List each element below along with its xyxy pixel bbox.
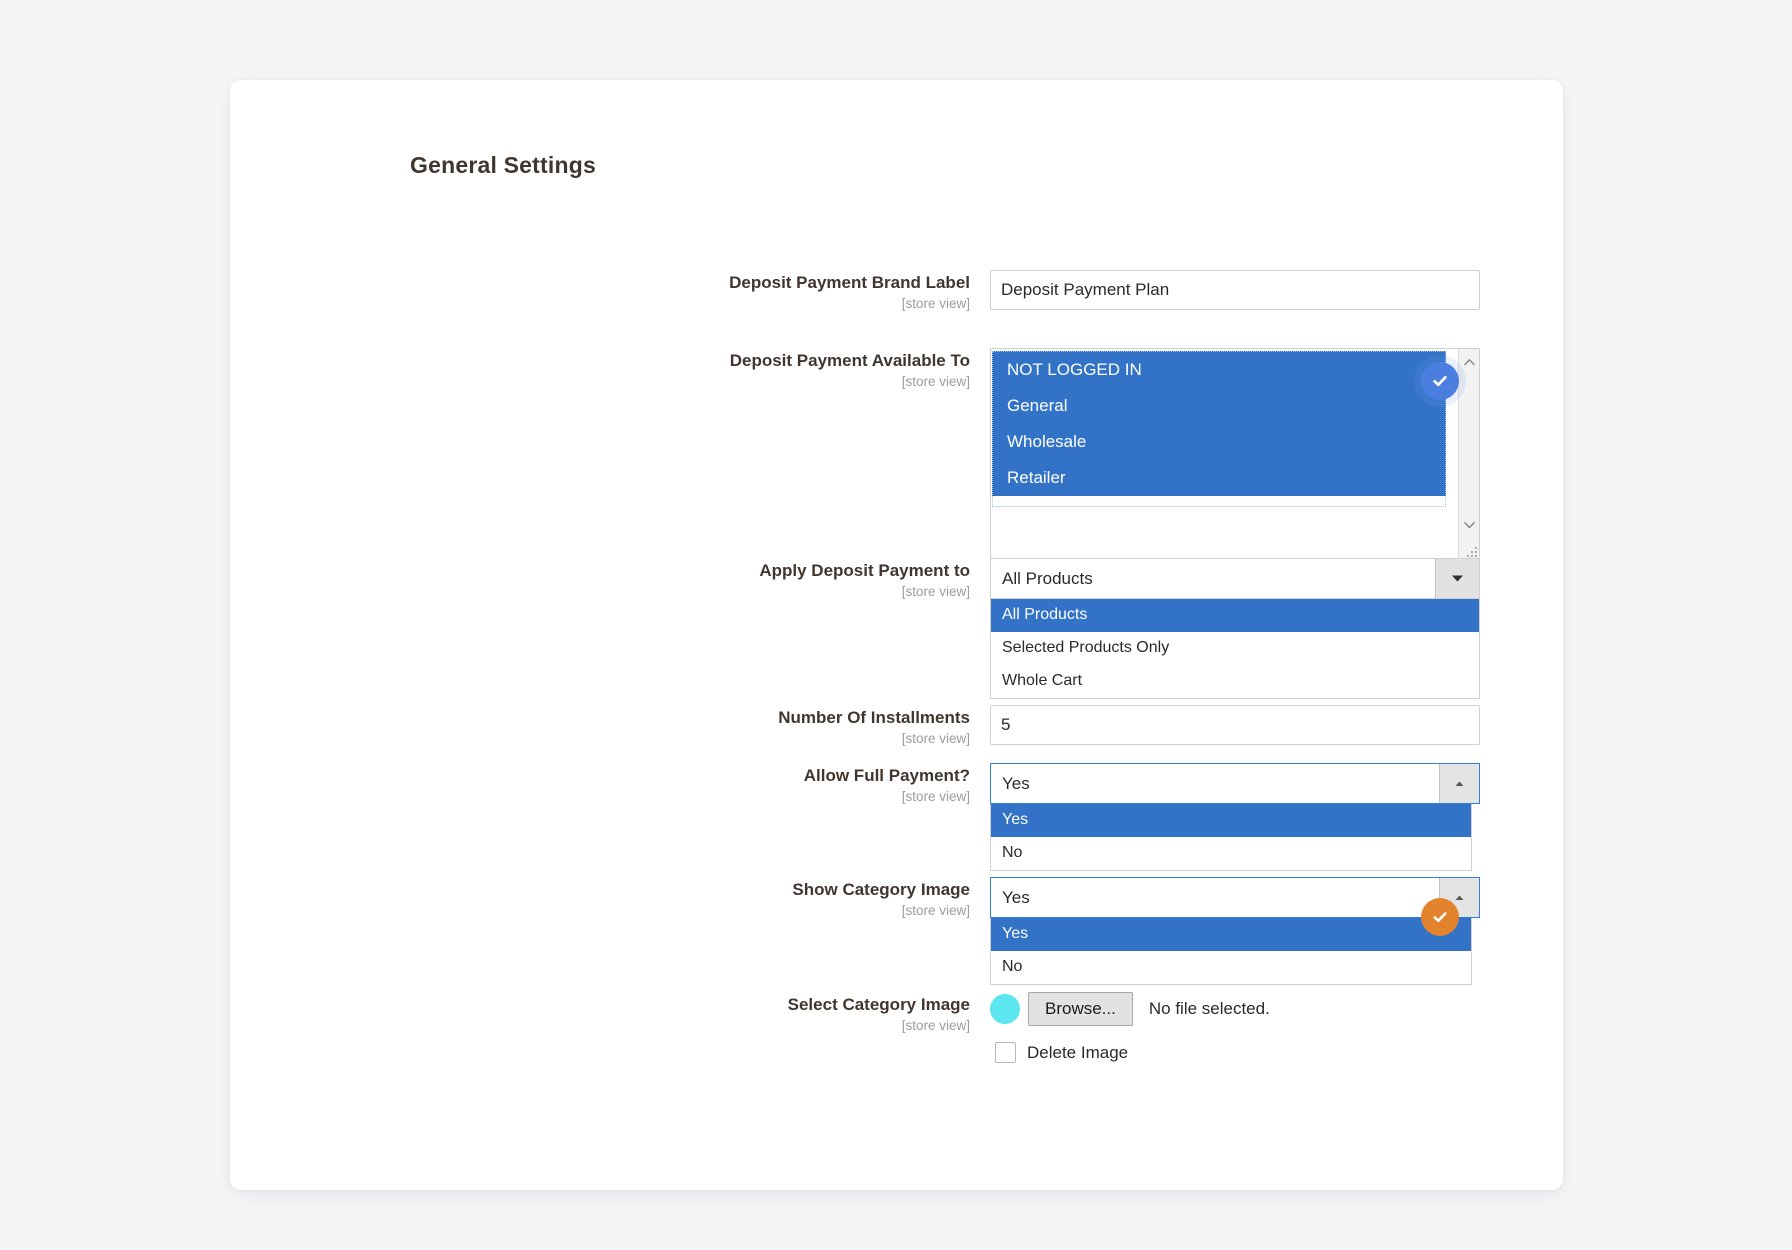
- allow-full-payment-select[interactable]: Yes: [990, 763, 1480, 804]
- scope-text: [store view]: [901, 1018, 970, 1033]
- label-text: Select Category Image: [787, 995, 970, 1014]
- check-circle-icon: [1433, 376, 1447, 387]
- show-category-image-option-list[interactable]: Yes No: [990, 918, 1472, 985]
- apply-to-selected-value: All Products: [1002, 568, 1093, 588]
- show-category-image-select-wrap: Yes Yes No: [990, 877, 1480, 985]
- show-category-image-option[interactable]: Yes: [991, 918, 1471, 951]
- show-category-image-selected-value: Yes: [1002, 887, 1030, 907]
- multiselect-scrollbar[interactable]: [1458, 349, 1479, 559]
- apply-to-option[interactable]: Whole Cart: [991, 665, 1479, 698]
- label-text: Allow Full Payment?: [803, 766, 970, 785]
- status-badge-show-category-image: [1421, 898, 1459, 936]
- scope-text: [store view]: [901, 584, 970, 599]
- installments-input[interactable]: [990, 705, 1480, 745]
- field-label-show-category-image: Show Category Image [store view]: [290, 880, 970, 920]
- delete-image-label: Delete Image: [1027, 1042, 1129, 1062]
- allow-full-payment-option[interactable]: Yes: [991, 804, 1471, 837]
- label-text: Number Of Installments: [778, 708, 970, 727]
- chevron-up-icon[interactable]: [1459, 351, 1480, 373]
- scope-text: [store view]: [901, 374, 970, 389]
- resize-grip-icon[interactable]: [1465, 545, 1477, 557]
- field-label-allow-full-payment: Allow Full Payment? [store view]: [290, 766, 970, 806]
- multiselect-option[interactable]: Wholesale: [992, 424, 1446, 460]
- apply-to-option[interactable]: All Products: [991, 599, 1479, 632]
- apply-to-option[interactable]: Selected Products Only: [991, 632, 1479, 665]
- apply-to-option-list[interactable]: All Products Selected Products Only Whol…: [990, 599, 1480, 699]
- check-circle-icon: [1433, 912, 1447, 922]
- scope-text: [store view]: [901, 903, 970, 918]
- file-upload-row: Browse... No file selected.: [990, 992, 1270, 1026]
- browse-button[interactable]: Browse...: [1028, 992, 1133, 1026]
- show-category-image-select[interactable]: Yes: [990, 877, 1480, 918]
- multiselect-option[interactable]: Retailer: [992, 460, 1446, 496]
- multiselect-option[interactable]: NOT LOGGED IN: [992, 351, 1446, 388]
- field-label-apply-to: Apply Deposit Payment to [store view]: [290, 561, 970, 601]
- brand-label-input[interactable]: [990, 270, 1480, 310]
- chevron-up-icon[interactable]: [1439, 764, 1479, 803]
- label-text: Deposit Payment Available To: [729, 351, 970, 370]
- field-label-available-to: Deposit Payment Available To [store view…: [290, 351, 970, 391]
- apply-to-select[interactable]: All Products: [990, 558, 1480, 599]
- cyan-dot-marker-icon: [990, 994, 1020, 1024]
- chevron-down-icon[interactable]: [1435, 559, 1479, 598]
- allow-full-payment-selected-value: Yes: [1002, 773, 1030, 793]
- label-text: Apply Deposit Payment to: [759, 561, 970, 580]
- available-to-multiselect[interactable]: NOT LOGGED IN General Wholesale Retailer: [990, 348, 1480, 560]
- page-background: General Settings Deposit Payment Brand L…: [0, 0, 1792, 1250]
- label-text: Deposit Payment Brand Label: [729, 273, 970, 292]
- allow-full-payment-option[interactable]: No: [991, 837, 1471, 870]
- field-label-brand-label: Deposit Payment Brand Label [store view]: [290, 273, 970, 313]
- allow-full-payment-select-wrap: Yes Yes No: [990, 763, 1480, 871]
- scope-text: [store view]: [901, 296, 970, 311]
- scope-text: [store view]: [901, 731, 970, 746]
- allow-full-payment-option-list[interactable]: Yes No: [990, 804, 1472, 871]
- multiselect-option[interactable]: General: [992, 388, 1446, 424]
- scope-text: [store view]: [901, 789, 970, 804]
- field-label-installments: Number Of Installments [store view]: [290, 708, 970, 748]
- file-status-text: No file selected.: [1148, 999, 1270, 1018]
- settings-card: General Settings Deposit Payment Brand L…: [230, 80, 1563, 1190]
- chevron-down-icon[interactable]: [1459, 514, 1480, 536]
- field-label-select-category-image: Select Category Image [store view]: [290, 995, 970, 1035]
- status-badge-available-to: [1421, 362, 1459, 400]
- label-text: Show Category Image: [792, 880, 970, 899]
- show-category-image-option[interactable]: No: [991, 951, 1471, 984]
- delete-image-checkbox[interactable]: [995, 1042, 1016, 1063]
- multiselect-options: NOT LOGGED IN General Wholesale Retailer: [992, 351, 1446, 496]
- delete-image-row: Delete Image: [990, 1042, 1270, 1063]
- apply-to-select-wrap: All Products All Products Selected Produ…: [990, 558, 1480, 699]
- page-title: General Settings: [410, 152, 596, 178]
